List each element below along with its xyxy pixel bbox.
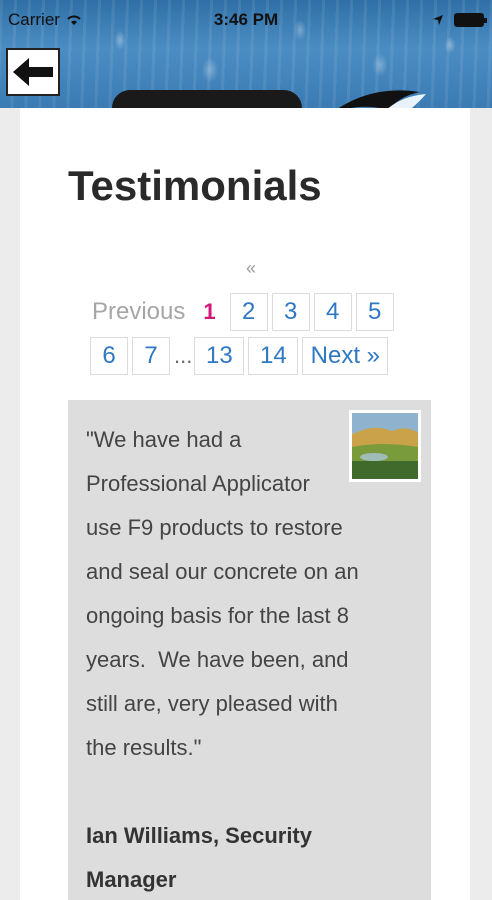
wifi-icon xyxy=(67,15,81,25)
next-link[interactable]: Next » xyxy=(302,337,389,375)
pagination-ellipsis: ... xyxy=(174,343,193,368)
page-link-4[interactable]: 4 xyxy=(313,293,352,331)
quote-line: years. We have been, and xyxy=(86,647,349,672)
current-page: 1 xyxy=(203,299,216,324)
status-right xyxy=(432,13,487,27)
app-header: Carrier 3:46 PM xyxy=(0,0,492,108)
quote-line: the results." xyxy=(86,735,202,760)
status-time: 3:46 PM xyxy=(213,10,279,29)
back-button[interactable] xyxy=(6,48,60,96)
pagination: Previous 1 2 3 4 5 6 7 ... 13 14 Next » xyxy=(90,292,402,380)
page-link-5[interactable]: 5 xyxy=(355,293,394,331)
page-link-3[interactable]: 3 xyxy=(271,293,310,331)
quote-line: ongoing basis for the last 8 xyxy=(86,603,349,628)
page-link-13[interactable]: 13 xyxy=(194,337,245,375)
location-arrow-icon xyxy=(433,15,443,25)
testimonial-quote: "We have had a Professional Applicator u… xyxy=(86,418,416,770)
page-link-7[interactable]: 7 xyxy=(132,337,170,375)
author-line: Manager xyxy=(86,867,177,892)
pagination-row-2: 6 7 ... 13 14 Next » xyxy=(90,336,402,376)
brand-logo-shape xyxy=(112,90,302,108)
page-link-6[interactable]: 6 xyxy=(90,337,128,375)
previous-link[interactable]: Previous xyxy=(92,298,185,326)
battery-icon xyxy=(454,13,487,27)
carrier-label: Carrier xyxy=(8,10,60,29)
pagination-row-1: Previous 1 2 3 4 5 xyxy=(92,292,402,332)
quote-line: still are, very pleased with xyxy=(86,691,338,716)
quote-line: use F9 products to restore xyxy=(86,515,343,540)
status-left: Carrier xyxy=(8,10,82,30)
testimonial-card: "We have had a Professional Applicator u… xyxy=(68,400,431,900)
quote-line: and seal our concrete on an xyxy=(86,559,359,584)
page-title: Testimonials xyxy=(68,162,322,209)
quote-line: "We have had a xyxy=(86,427,242,452)
testimonial-author: Ian Williams, Security Manager xyxy=(86,814,416,900)
page-link-14[interactable]: 14 xyxy=(248,337,299,375)
author-line: Ian Williams, Security xyxy=(86,823,312,848)
status-bar: Carrier 3:46 PM xyxy=(0,0,492,40)
arrow-left-icon xyxy=(13,58,53,86)
content-card: Testimonials « Previous 1 2 3 4 5 6 7 ..… xyxy=(20,108,470,900)
brand-logo-swoosh xyxy=(338,90,426,108)
quote-line: Professional Applicator xyxy=(86,471,310,496)
pager-first-arrow[interactable]: « xyxy=(246,258,256,279)
page-link-2[interactable]: 2 xyxy=(229,293,268,331)
